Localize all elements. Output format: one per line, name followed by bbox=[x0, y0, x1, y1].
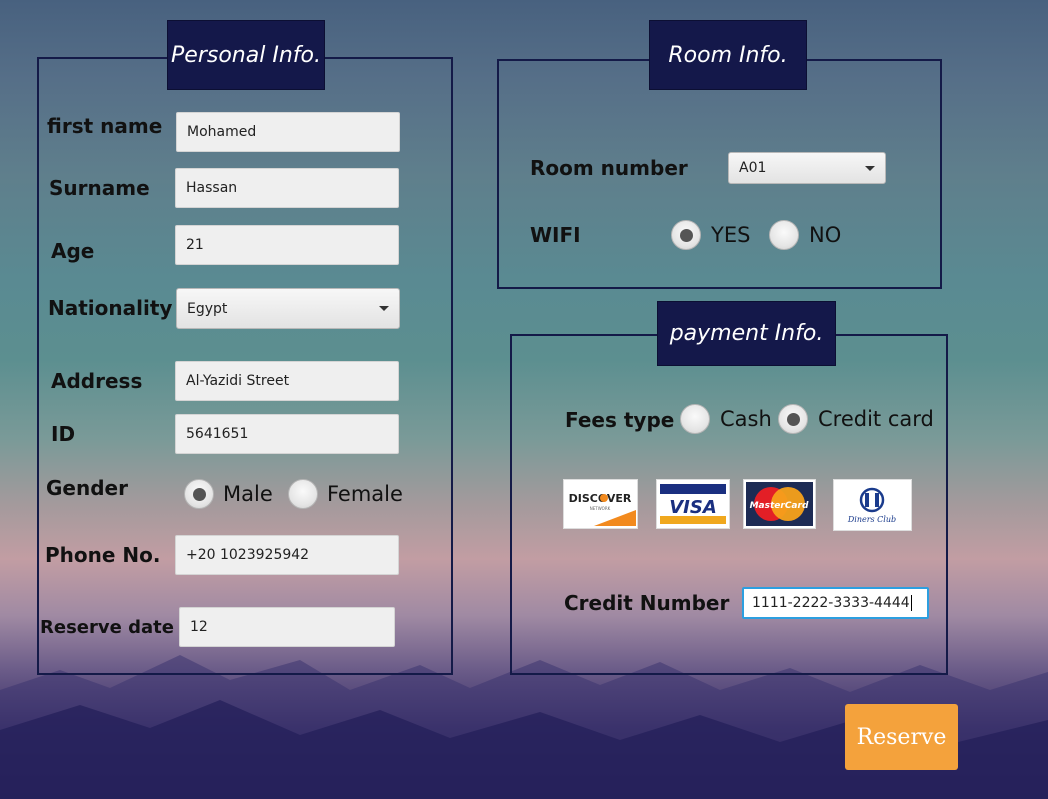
room-number-label: Room number bbox=[530, 156, 688, 180]
mastercard-card-logo: MasterCard bbox=[743, 479, 816, 529]
gender-male-radio[interactable] bbox=[184, 479, 214, 509]
fees-type-label: Fees type bbox=[565, 408, 675, 432]
gender-female-label: Female bbox=[327, 482, 403, 506]
radio-selected-dot bbox=[192, 487, 206, 501]
age-input[interactable]: 21 bbox=[175, 225, 399, 265]
gender-label: Gender bbox=[46, 476, 128, 500]
id-input[interactable]: 5641651 bbox=[175, 414, 399, 454]
first-name-input[interactable]: Mohamed bbox=[176, 112, 400, 152]
reserve-date-input[interactable]: 12 bbox=[179, 607, 395, 647]
address-input[interactable]: Al-Yazidi Street bbox=[175, 361, 399, 401]
fees-cash-radio[interactable] bbox=[680, 404, 710, 434]
surname-label: Surname bbox=[49, 176, 150, 200]
nationality-label: Nationality bbox=[48, 296, 173, 320]
gender-female-radio[interactable] bbox=[288, 479, 318, 509]
discover-network-text: NETWORK bbox=[590, 506, 611, 511]
visa-card-logo: VISA bbox=[656, 479, 730, 529]
wifi-no-radio[interactable] bbox=[769, 220, 799, 250]
chevron-down-icon bbox=[865, 165, 875, 171]
first-name-label: first name bbox=[47, 114, 163, 138]
room-number-select[interactable]: A01 bbox=[728, 152, 886, 184]
personal-info-title: Personal Info. bbox=[167, 20, 325, 90]
text-caret bbox=[910, 595, 912, 611]
diners-club-card-logo: Diners Club bbox=[833, 479, 912, 531]
phone-input[interactable]: +20 1023925942 bbox=[175, 535, 399, 575]
nationality-select[interactable]: Egypt bbox=[176, 288, 400, 329]
phone-label: Phone No. bbox=[45, 543, 161, 567]
radio-selected-dot bbox=[786, 412, 800, 426]
address-label: Address bbox=[51, 369, 143, 393]
fees-credit-card-radio[interactable] bbox=[778, 404, 808, 434]
room-info-title: Room Info. bbox=[649, 20, 807, 90]
room-number-value: A01 bbox=[739, 160, 767, 176]
id-label: ID bbox=[51, 422, 76, 446]
visa-text: VISA bbox=[669, 497, 717, 518]
diners-text: Diners Club bbox=[847, 515, 896, 524]
credit-number-value: 1111-2222-3333-4444 bbox=[752, 595, 910, 611]
credit-number-input[interactable]: 1111-2222-3333-4444 bbox=[742, 587, 929, 619]
nationality-value: Egypt bbox=[187, 300, 228, 317]
mastercard-text: MasterCard bbox=[750, 501, 809, 511]
gender-male-label: Male bbox=[223, 482, 273, 506]
wifi-yes-label: YES bbox=[711, 223, 751, 247]
surname-input[interactable]: Hassan bbox=[175, 168, 399, 208]
wifi-no-label: NO bbox=[809, 223, 842, 247]
credit-number-label: Credit Number bbox=[564, 591, 730, 615]
chevron-down-icon bbox=[379, 306, 389, 311]
reserve-date-label: Reserve date bbox=[40, 617, 174, 638]
payment-info-title: payment Info. bbox=[657, 301, 836, 366]
fees-credit-card-label: Credit card bbox=[818, 407, 934, 431]
radio-selected-dot bbox=[679, 228, 693, 242]
discover-card-logo: DISCOVER NETWORK bbox=[563, 479, 638, 529]
fees-cash-label: Cash bbox=[720, 407, 772, 431]
wifi-label: WIFI bbox=[530, 223, 581, 247]
wifi-yes-radio[interactable] bbox=[671, 220, 701, 250]
age-label: Age bbox=[51, 239, 95, 263]
reserve-button[interactable]: Reserve bbox=[845, 704, 958, 770]
